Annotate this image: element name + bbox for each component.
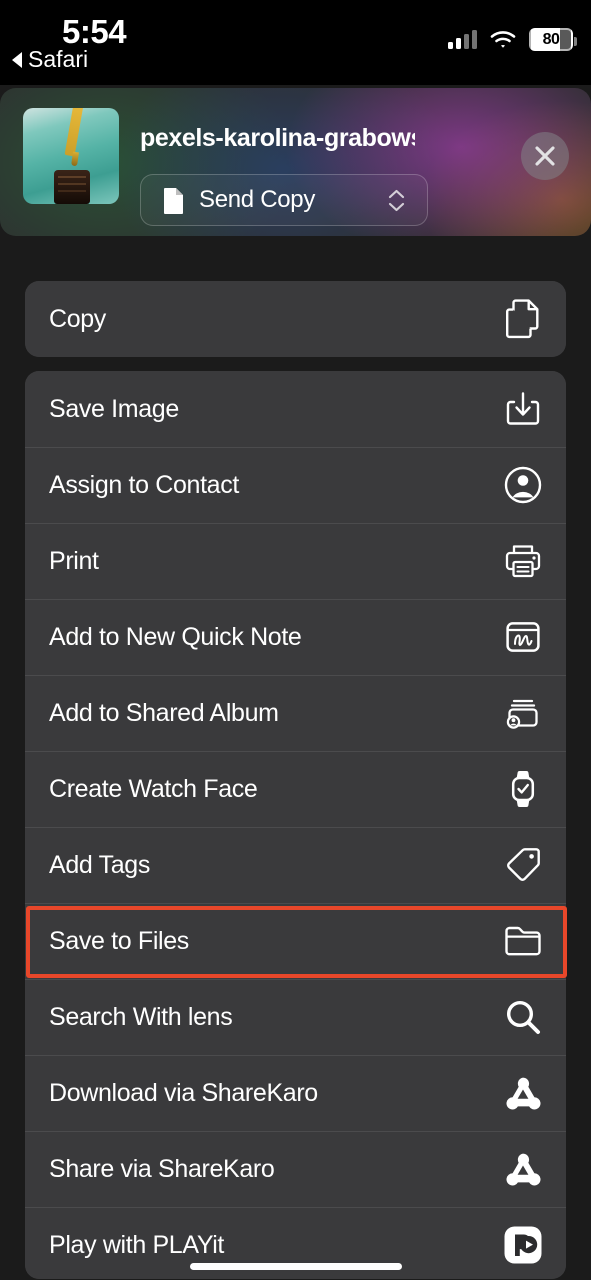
action-label: Search With lens — [49, 1002, 233, 1031]
send-copy-label: Send Copy — [199, 186, 316, 213]
action-row-add-tags[interactable]: Add Tags — [25, 827, 566, 903]
action-label: Print — [49, 546, 99, 575]
battery-indicator: 80 — [529, 28, 577, 51]
action-row-search-with-lens[interactable]: Search With lens — [25, 979, 566, 1055]
action-row-add-to-shared-album[interactable]: Add to Shared Album — [25, 675, 566, 751]
wifi-icon — [490, 30, 516, 49]
status-bar-indicators: 80 — [448, 28, 577, 51]
person-circle-icon — [492, 466, 554, 504]
printer-icon — [492, 543, 554, 579]
chevron-up-down-icon — [388, 189, 405, 212]
apple-watch-icon — [492, 770, 554, 808]
home-indicator[interactable] — [190, 1263, 402, 1270]
share-sheet-screen: 5:54 Safari 80 pexels-karolina-grabow Se… — [0, 0, 591, 1280]
action-label: Play with PLAYit — [49, 1230, 225, 1259]
action-label: Share via ShareKaro — [49, 1154, 275, 1183]
folder-icon — [492, 925, 554, 957]
copy-action-card: Copy — [25, 281, 566, 357]
action-row-share-via-sharekaro[interactable]: Share via ShareKaro — [25, 1131, 566, 1207]
playit-icon — [492, 1225, 554, 1265]
battery-percent: 80 — [542, 30, 560, 48]
action-label: Download via ShareKaro — [49, 1078, 318, 1107]
shared-file-name: pexels-karolina-grabowska-... — [140, 124, 415, 152]
action-row-save-to-files[interactable]: Save to Files — [25, 903, 566, 979]
action-row-add-to-new-quick-note[interactable]: Add to New Quick Note — [25, 599, 566, 675]
send-copy-dropdown[interactable]: Send Copy — [140, 174, 428, 226]
quick-note-icon — [492, 621, 554, 653]
action-row-download-via-sharekaro[interactable]: Download via ShareKaro — [25, 1055, 566, 1131]
actions-card: Save Image Assign to Contact Print Add t… — [25, 371, 566, 1279]
tag-icon — [492, 846, 554, 884]
action-label: Save to Files — [49, 926, 189, 955]
copy-documents-icon — [492, 299, 554, 339]
action-row-save-image[interactable]: Save Image — [25, 371, 566, 447]
action-label: Create Watch Face — [49, 774, 258, 803]
action-row-create-watch-face[interactable]: Create Watch Face — [25, 751, 566, 827]
back-to-safari-link[interactable]: Safari — [12, 46, 88, 73]
download-box-icon — [492, 391, 554, 427]
action-row-print[interactable]: Print — [25, 523, 566, 599]
sharekaro-icon — [492, 1074, 554, 1112]
triangle-left-icon — [12, 51, 22, 68]
image-thumbnail — [23, 108, 119, 204]
action-label: Add Tags — [49, 850, 150, 879]
close-icon[interactable] — [521, 132, 569, 180]
share-preview-header: pexels-karolina-grabowska-... Send Copy — [0, 88, 591, 236]
sharekaro-icon — [492, 1150, 554, 1188]
action-label: Add to New Quick Note — [49, 622, 302, 651]
back-label: Safari — [28, 46, 89, 72]
document-icon — [163, 187, 185, 214]
cellular-signal-icon — [448, 30, 477, 49]
action-label: Assign to Contact — [49, 470, 239, 499]
action-label: Copy — [49, 304, 106, 333]
magnifier-icon — [492, 998, 554, 1036]
shared-album-icon — [492, 695, 554, 731]
action-label: Save Image — [49, 394, 179, 423]
action-row-copy[interactable]: Copy — [25, 281, 566, 357]
action-label: Add to Shared Album — [49, 698, 279, 727]
action-row-assign-to-contact[interactable]: Assign to Contact — [25, 447, 566, 523]
status-bar: 5:54 Safari 80 — [0, 0, 591, 85]
